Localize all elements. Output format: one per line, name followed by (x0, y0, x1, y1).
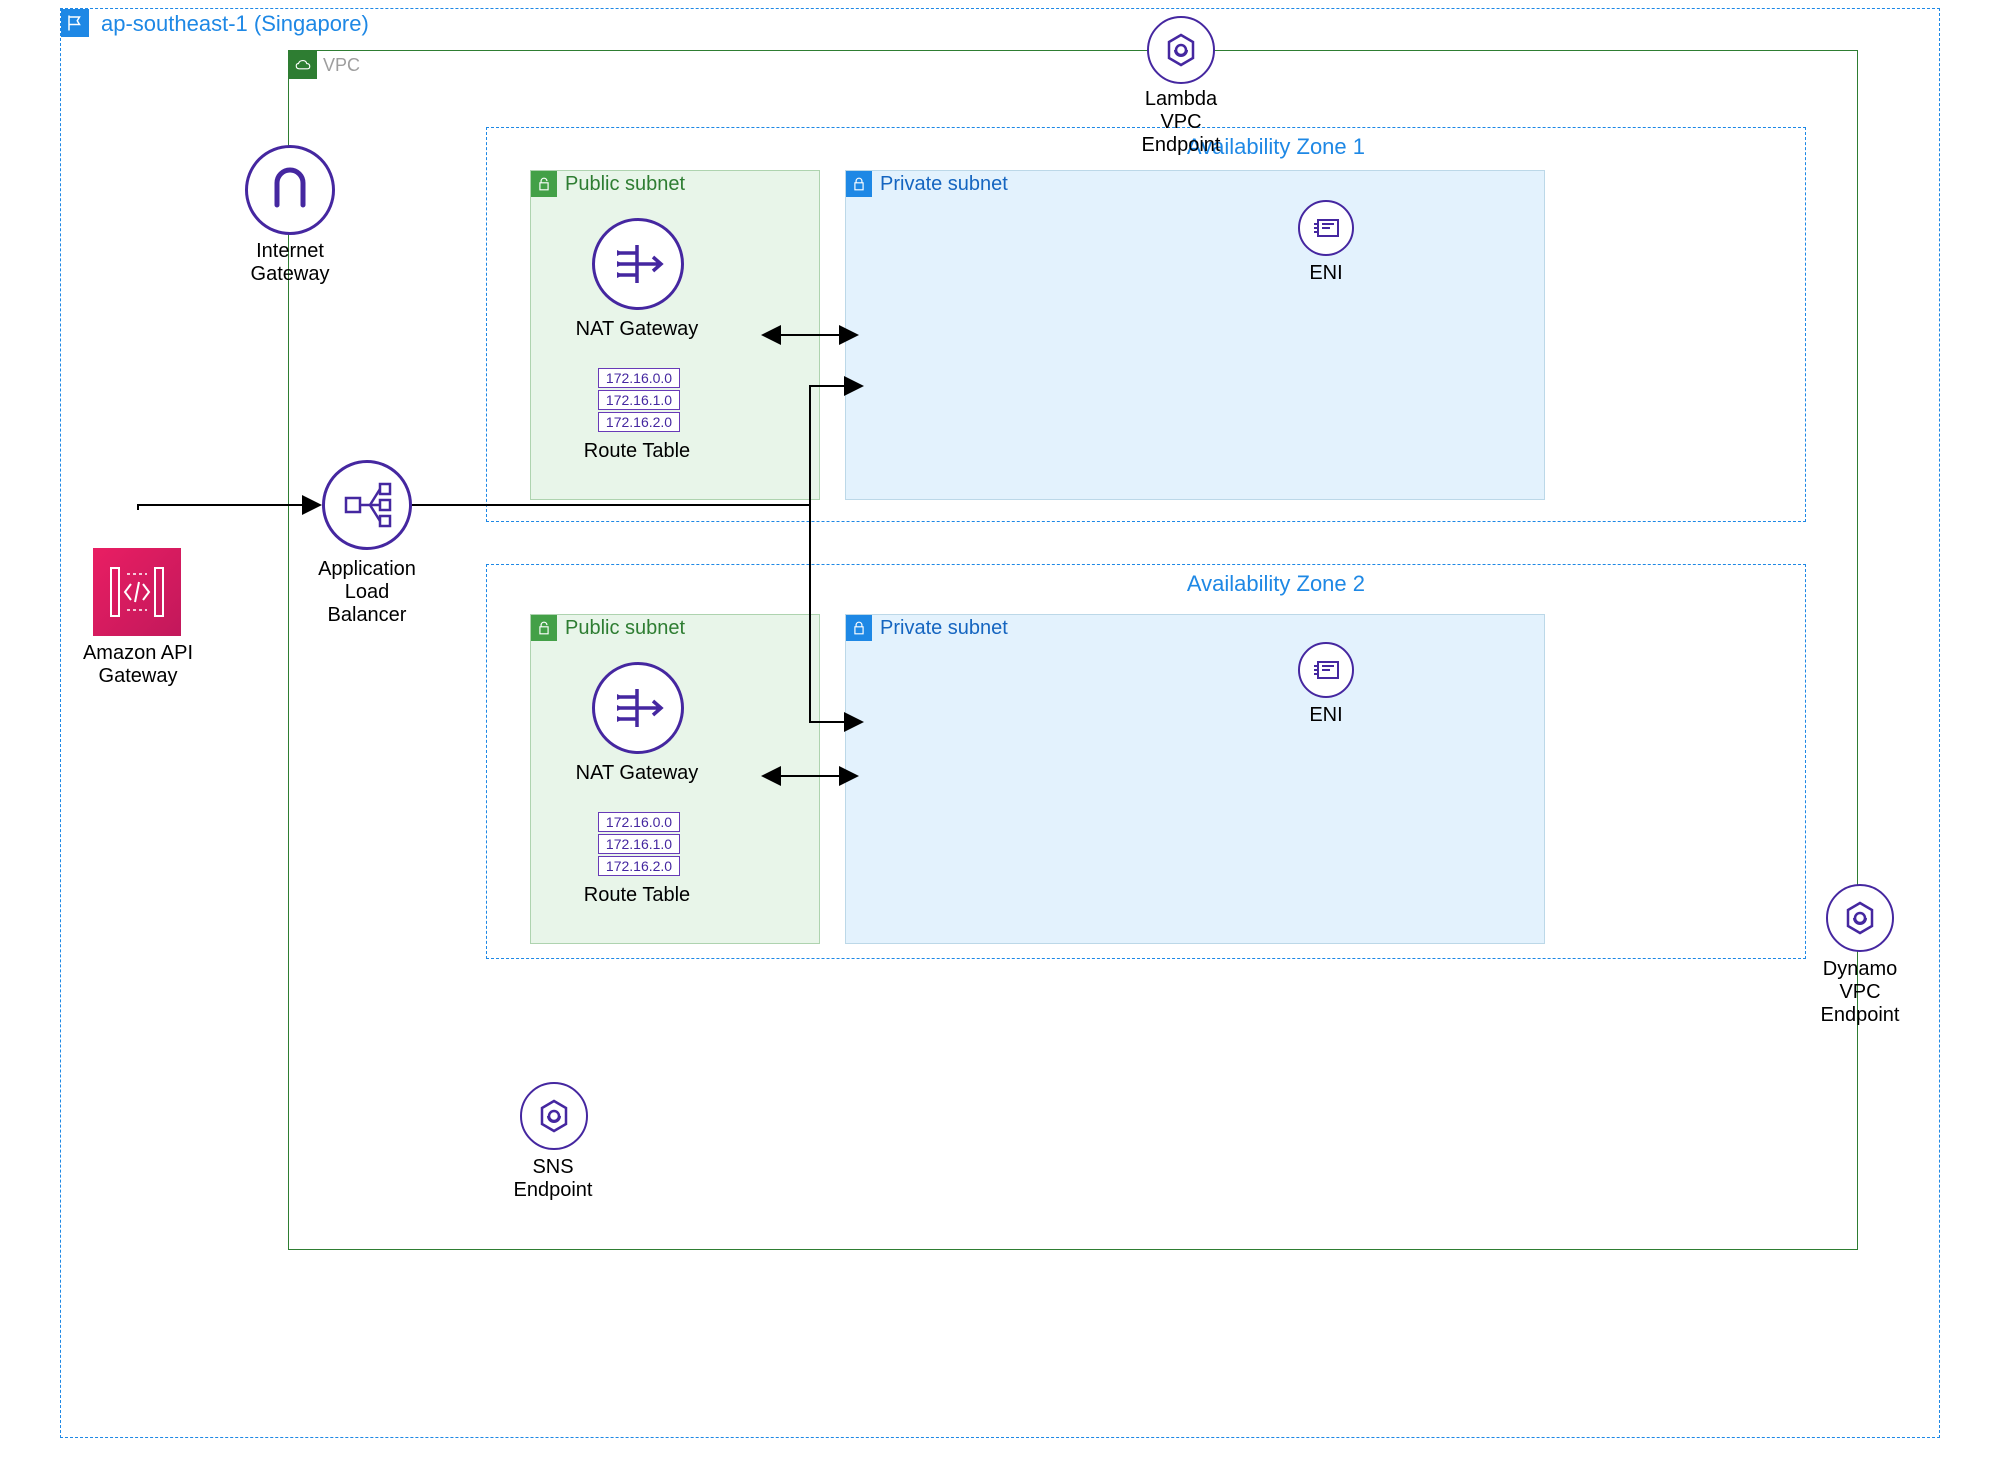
az2-label: Availability Zone 2 (1187, 571, 1365, 597)
az2-route-table-icon: 172.16.0.0 172.16.1.0 172.16.2.0 (598, 812, 680, 878)
az1-public-subnet-label: Public subnet (565, 173, 685, 196)
api-gateway-icon (93, 548, 181, 636)
az1-nat-gateway-icon (592, 218, 684, 310)
internet-gateway-icon (245, 145, 335, 235)
az2-nat-gateway-label: NAT Gateway (552, 762, 722, 785)
route-entry: 172.16.0.0 (598, 368, 680, 388)
alb-label: Application Load Balancer (282, 558, 452, 627)
dynamo-endpoint-label: Dynamo VPC Endpoint (1775, 958, 1945, 1027)
az1-eni-label: ENI (1266, 262, 1386, 285)
az1-nat-gateway-label: NAT Gateway (552, 318, 722, 341)
public-subnet-lock-icon (531, 615, 557, 641)
sns-endpoint-label: SNS Endpoint (468, 1156, 638, 1202)
route-entry: 172.16.0.0 (598, 812, 680, 832)
az1-private-subnet-label: Private subnet (880, 173, 1008, 196)
az2-nat-gateway-icon (592, 662, 684, 754)
private-subnet-lock-icon (846, 171, 872, 197)
az2-eni-icon (1298, 642, 1354, 698)
az1-private-subnet: Private subnet (845, 170, 1545, 500)
az2-private-subnet: Private subnet (845, 614, 1545, 944)
az1-eni-icon (1298, 200, 1354, 256)
route-entry: 172.16.2.0 (598, 856, 680, 876)
dynamo-endpoint-icon (1826, 884, 1894, 952)
lambda-endpoint-label: Lambda VPC Endpoint (1096, 88, 1266, 157)
az1-route-table-label: Route Table (552, 440, 722, 463)
route-entry: 172.16.1.0 (598, 834, 680, 854)
region-label: ap-southeast-1 (Singapore) (101, 11, 369, 37)
private-subnet-lock-icon (846, 615, 872, 641)
az2-route-table-label: Route Table (552, 884, 722, 907)
api-gateway-label: Amazon API Gateway (53, 642, 223, 688)
az2-eni-label: ENI (1266, 704, 1386, 727)
az1-route-table-icon: 172.16.0.0 172.16.1.0 172.16.2.0 (598, 368, 680, 434)
lambda-endpoint-icon (1147, 16, 1215, 84)
internet-gateway-label: Internet Gateway (205, 240, 375, 286)
az2-private-subnet-label: Private subnet (880, 617, 1008, 640)
route-entry: 172.16.2.0 (598, 412, 680, 432)
vpc-cloud-icon (289, 51, 317, 79)
public-subnet-lock-icon (531, 171, 557, 197)
region-flag-icon (61, 9, 89, 37)
route-entry: 172.16.1.0 (598, 390, 680, 410)
alb-icon (322, 460, 412, 550)
vpc-label: VPC (323, 55, 360, 76)
az2-public-subnet-label: Public subnet (565, 617, 685, 640)
sns-endpoint-icon (520, 1082, 588, 1150)
